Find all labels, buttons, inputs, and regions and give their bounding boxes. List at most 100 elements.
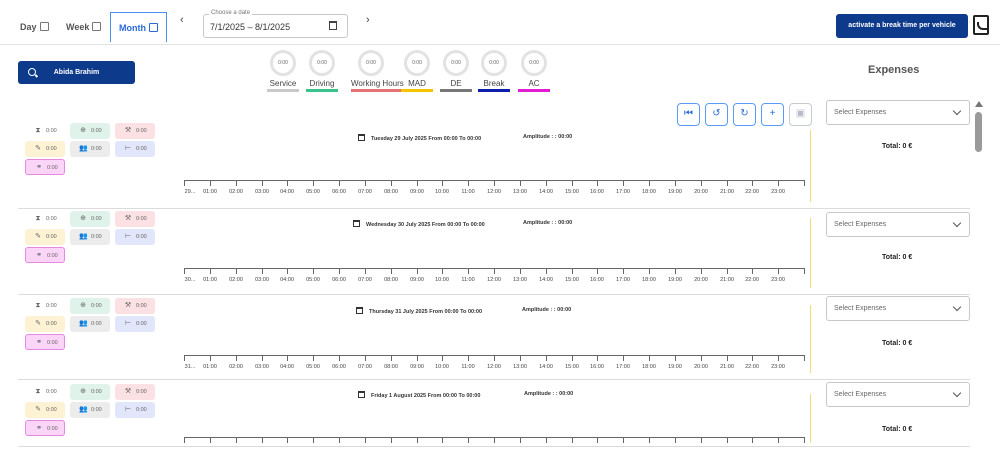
ruler-tick (313, 355, 314, 361)
ruler-hour-label: 12:00 (487, 189, 501, 195)
ruler-tick (313, 268, 314, 274)
ruler-hour-label: 22:00 (745, 189, 759, 195)
ruler-hour-label: 03:00 (255, 189, 269, 195)
ruler-hour-label: 13:00 (513, 189, 527, 195)
ruler-hour-label: 06:00 (332, 189, 346, 195)
undo-icon[interactable]: ↺ (705, 103, 728, 126)
service-icon: ⧗ (35, 302, 41, 309)
chip-value: 0:00 (46, 216, 57, 222)
chip-value: 0:00 (47, 253, 58, 259)
ruler-first-label: 30... (184, 277, 196, 283)
ruler-tick (262, 437, 263, 443)
ruler-hour-label: 23:00 (771, 364, 785, 370)
chip-value: 0:00 (91, 389, 102, 395)
skip-back-icon[interactable]: ⏮ (677, 103, 700, 126)
pdf-export-icon[interactable] (973, 15, 989, 35)
scroll-up-icon[interactable] (975, 101, 983, 107)
ruler-hour-label: 15:00 (565, 277, 579, 283)
ruler-tick (649, 268, 650, 274)
ruler-hour-label: 15:00 (565, 364, 579, 370)
expenses-select[interactable]: Select Expenses (826, 382, 970, 407)
tab-day[interactable]: Day (12, 12, 57, 42)
service-icon: ⧗ (35, 388, 41, 395)
chevron-down-icon (952, 302, 962, 312)
tools-icon: ⚒ (124, 215, 132, 222)
tab-week[interactable]: Week (58, 12, 109, 42)
ruler-hour-label: 15:00 (565, 189, 579, 195)
ruler-hour-label: 01:00 (203, 189, 217, 195)
activate-break-button[interactable]: activate a break time per vehicle (836, 14, 968, 38)
chevron-right-icon[interactable]: › (366, 14, 370, 26)
ruler-tick (623, 355, 624, 361)
ruler-tick (468, 437, 469, 443)
ruler-hour-label: 09:00 (410, 189, 424, 195)
ruler-tick (442, 180, 443, 186)
ruler-tick (417, 180, 418, 186)
chip-value: 0:00 (47, 165, 58, 171)
ruler-hour-label: 01:00 (203, 277, 217, 283)
ruler-hour-label: 08:00 (384, 364, 398, 370)
plus-icon[interactable]: + (761, 103, 784, 126)
users-icon: 👥 (79, 406, 88, 413)
ruler-hour-label: 13:00 (513, 277, 527, 283)
ruler-tick (778, 180, 779, 186)
edit-icon: ✎ (35, 233, 41, 240)
chip-ac: ⚭ 0:00 (25, 420, 65, 436)
ruler-hour-label: 17:00 (616, 189, 630, 195)
ruler-tick (184, 268, 185, 274)
day-title-text: Wednesday 30 July 2025 From 00:00 To 00:… (366, 222, 485, 228)
redo-icon[interactable]: ↻ (733, 103, 756, 126)
day-title: Thursday 31 July 2025 From 00:00 To 00:0… (356, 307, 482, 315)
expenses-select[interactable]: Select Expenses (826, 296, 970, 321)
calendar-icon[interactable] (329, 21, 337, 30)
ruler-tick (417, 437, 418, 443)
chip-value: 0:00 (136, 303, 147, 309)
ruler-tick (442, 437, 443, 443)
chevron-down-icon (952, 218, 962, 228)
ruler-tick (597, 268, 598, 274)
ruler-tick (520, 180, 521, 186)
chip-value: 0:00 (91, 303, 102, 309)
ruler-tick (468, 355, 469, 361)
ruler-hour-label: 07:00 (358, 364, 372, 370)
legend-color-bar (351, 89, 403, 92)
ruler-tick (520, 355, 521, 361)
ruler-tick (778, 268, 779, 274)
ruler-tick (262, 355, 263, 361)
scrollbar[interactable] (974, 100, 984, 446)
date-range-picker[interactable]: Choose a date 7/1/2025 – 8/1/2025 (203, 10, 348, 38)
chip-working: ⚒ 0:00 (115, 211, 155, 227)
chip-de: 👥 0:00 (70, 316, 110, 332)
expenses-select[interactable]: Select Expenses (826, 212, 970, 237)
driver-search-button[interactable]: Abida Brahim (18, 61, 135, 84)
ruler-tick (417, 355, 418, 361)
ruler-tick (572, 355, 573, 361)
date-picker-label: Choose a date (209, 10, 253, 16)
chip-value: 0:00 (136, 128, 147, 134)
ruler-tick (442, 268, 443, 274)
chip-value: 0:00 (91, 146, 102, 152)
ruler-tick (649, 437, 650, 443)
chevron-left-icon[interactable]: ‹ (180, 14, 184, 26)
chip-mad: ✎ 0:00 (25, 229, 65, 245)
ruler-tick (391, 268, 392, 274)
ruler-tick (339, 180, 340, 186)
chip-value: 0:00 (136, 407, 147, 413)
day-row: ⧗ 0:00 ⊕ 0:00 ⚒ 0:00 ✎ 0:00 👥 0:00 ⊢ 0:00 ⚭ 0:00 Thurs… (18, 296, 970, 380)
legend-item-de: 0:00 DE (436, 50, 476, 92)
link-icon: ⚭ (36, 164, 42, 171)
scrollbar-thumb[interactable] (975, 112, 982, 152)
link-icon: ⚭ (36, 252, 42, 259)
tab-month[interactable]: Month (110, 12, 167, 42)
ruler-hour-label: 10:00 (435, 189, 449, 195)
ruler-tick (804, 180, 805, 186)
ruler-tick (623, 180, 624, 186)
expenses-select-placeholder: Select Expenses (834, 391, 887, 398)
ruler-tick (339, 268, 340, 274)
ruler-tick (546, 437, 547, 443)
chip-value: 0:00 (136, 234, 147, 240)
ruler-hour-label: 07:00 (358, 189, 372, 195)
expenses-total: Total: 0 € (882, 254, 913, 261)
legend-ring: 0:00 (443, 50, 469, 76)
expenses-select[interactable]: Select Expenses (826, 100, 970, 125)
